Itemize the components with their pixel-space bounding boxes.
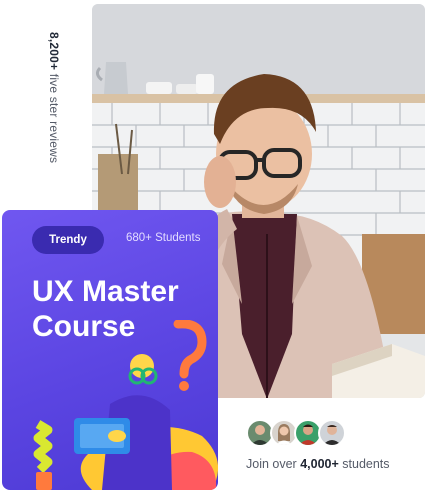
join-count: 4,000+ [300,457,339,471]
reviews-label: 8,200+ five ster reviews [47,32,61,182]
join-prefix: Join over [246,457,301,471]
reviews-count: 8,200+ [47,32,61,71]
ux-illustration [33,320,218,490]
students-count: 680+ Students [126,232,201,244]
course-title-line-1: UX Master [32,275,179,308]
avatar [318,419,346,447]
join-suffix: students [338,457,390,471]
course-card[interactable]: Trendy 680+ Students UX Master Course [2,210,218,490]
join-students-text: Join over 4,000+ students [246,457,390,471]
reviews-text: five ster reviews [47,70,61,164]
student-avatars [246,419,356,449]
trendy-badge[interactable]: Trendy [32,226,104,254]
